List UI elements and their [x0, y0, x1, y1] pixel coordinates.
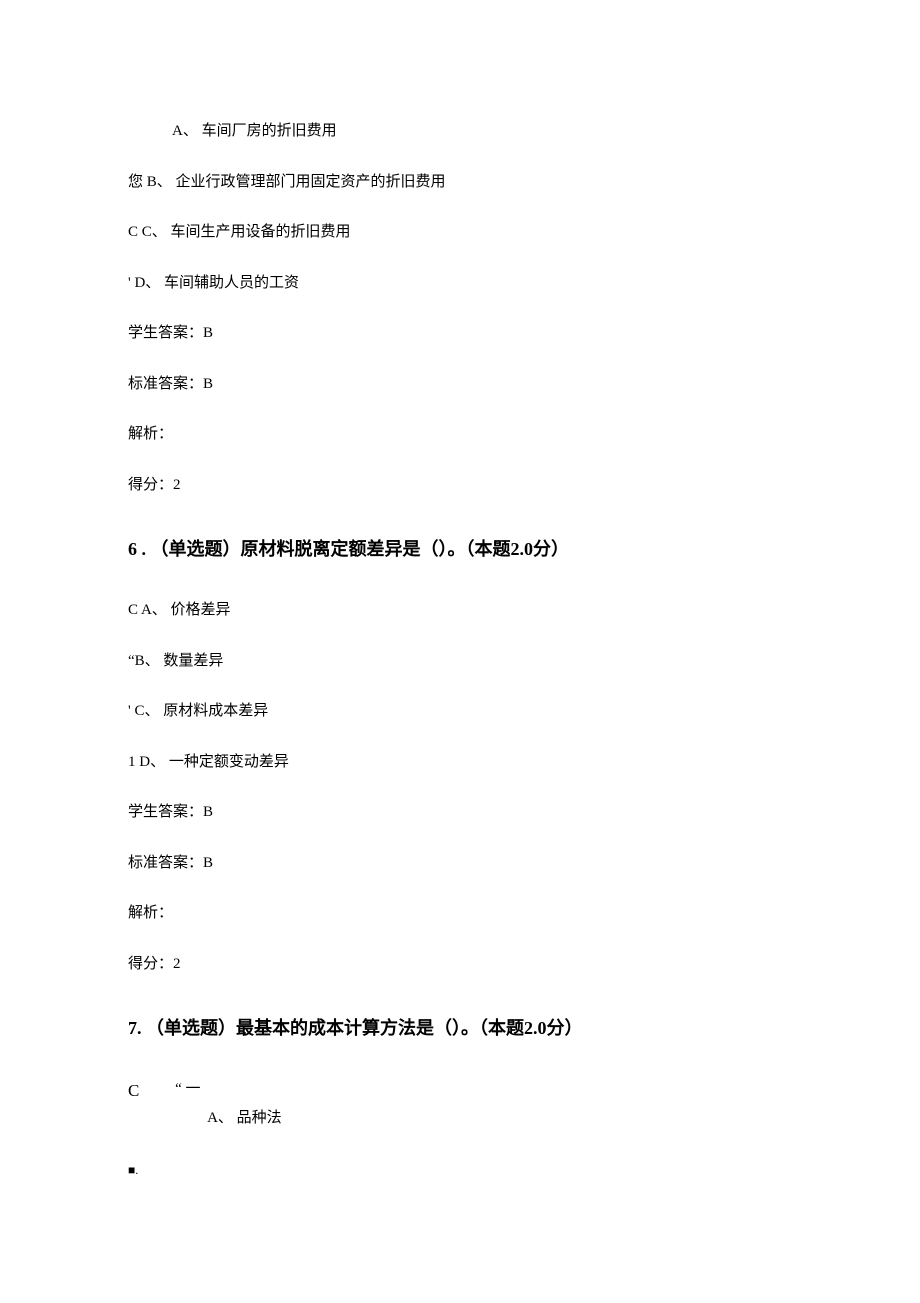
- q5-student-answer: 学生答案：B: [128, 322, 792, 345]
- q5-option-c: C C、 车间生产用设备的折旧费用: [128, 221, 792, 244]
- q6-optA-prefix: C: [128, 602, 141, 618]
- q7-prefix-c: C: [128, 1078, 145, 1104]
- q6-optA-text: A、 价格差异: [141, 602, 231, 618]
- q6-optC-text: C、 原材料成本差异: [134, 703, 268, 719]
- q5-optB-text: B、 企业行政管理部门用固定资产的折旧费用: [147, 174, 446, 190]
- q7-inner: “ 一 A、 品种法: [175, 1078, 282, 1149]
- q6-option-d: 1 D、 一种定额变动差异: [128, 751, 792, 774]
- q7-option-a: A、 品种法: [207, 1107, 282, 1130]
- q6-option-a: C A、 价格差异: [128, 599, 792, 622]
- q6-optD-prefix: 1: [128, 754, 139, 770]
- q6-analysis: 解析：: [128, 902, 792, 925]
- q6-option-c: ' C、 原材料成本差异: [128, 700, 792, 723]
- q5-option-b: 您 B、 企业行政管理部门用固定资产的折旧费用: [128, 171, 792, 194]
- q7-title: 7. （单选题）最基本的成本计算方法是（）。（本题2.0分）: [128, 1015, 792, 1042]
- q7-options-group: C “ 一 A、 品种法: [128, 1078, 792, 1149]
- q6-title: 6 . （单选题）原材料脱离定额差异是（）。（本题2.0分）: [128, 536, 792, 563]
- q5-optA-text: A、 车间厂房的折旧费用: [172, 123, 337, 139]
- page-body: A、 车间厂房的折旧费用 您 B、 企业行政管理部门用固定资产的折旧费用 C C…: [0, 0, 920, 1271]
- q5-block: A、 车间厂房的折旧费用 您 B、 企业行政管理部门用固定资产的折旧费用 C C…: [128, 120, 792, 496]
- q6-standard-answer: 标准答案：B: [128, 852, 792, 875]
- q5-optB-prefix: 您: [128, 174, 147, 190]
- q6-block: 6 . （单选题）原材料脱离定额差异是（）。（本题2.0分） C A、 价格差异…: [128, 536, 792, 975]
- q6-optD-text: D、 一种定额变动差异: [139, 754, 289, 770]
- q7-first-line: “ 一: [175, 1078, 282, 1101]
- q6-optB-prefix: “: [128, 653, 135, 669]
- q5-option-d: ' D、 车间辅助人员的工资: [128, 272, 792, 295]
- q7-block: 7. （单选题）最基本的成本计算方法是（）。（本题2.0分） C “ 一 A、 …: [128, 1015, 792, 1179]
- q6-student-answer: 学生答案：B: [128, 801, 792, 824]
- q6-optB-text: B、 数量差异: [135, 653, 224, 669]
- q5-option-a: A、 车间厂房的折旧费用: [172, 120, 792, 143]
- q5-standard-answer: 标准答案：B: [128, 373, 792, 396]
- q7-square-marker: ■.: [128, 1161, 792, 1179]
- q5-optC-text: C、 车间生产用设备的折旧费用: [142, 224, 351, 240]
- q5-optD-text: D、 车间辅助人员的工资: [134, 275, 299, 291]
- q5-score: 得分：2: [128, 474, 792, 497]
- q6-option-b: “B、 数量差异: [128, 650, 792, 673]
- q5-optC-prefix: C: [128, 224, 142, 240]
- q5-analysis: 解析：: [128, 423, 792, 446]
- q6-score: 得分：2: [128, 953, 792, 976]
